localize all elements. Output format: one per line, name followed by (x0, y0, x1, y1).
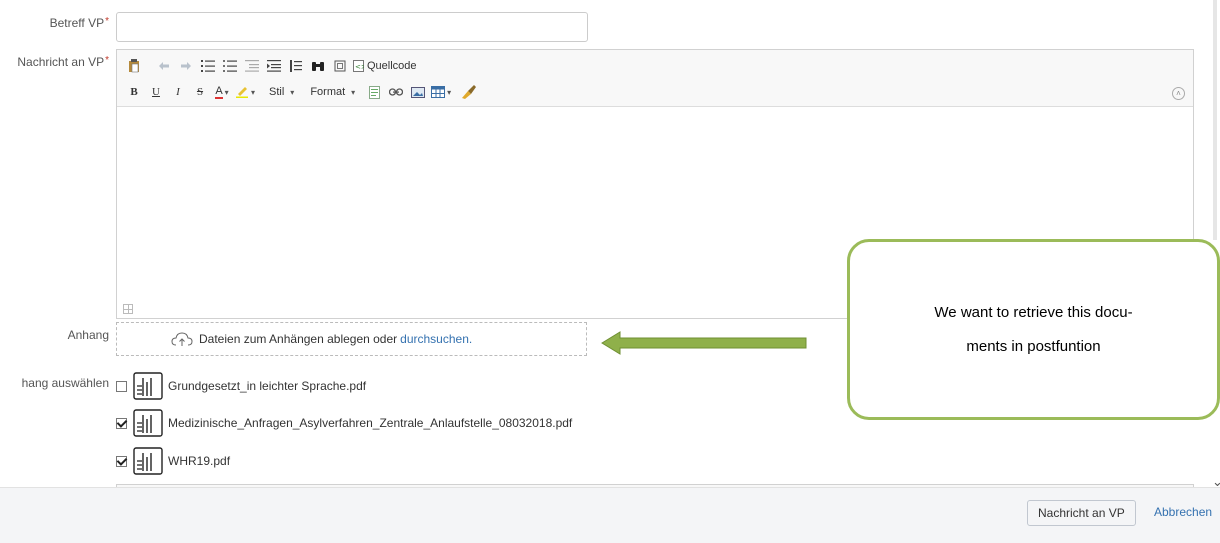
font-color-icon: A (215, 85, 223, 99)
indent-icon[interactable] (265, 57, 283, 75)
chevron-down-icon: ▾ (251, 87, 256, 97)
italic-button[interactable]: I (169, 83, 187, 101)
file-row: WHR19.pdf (116, 447, 230, 475)
select-attachment-label: hang auswählen (21, 376, 109, 390)
outdent-icon[interactable] (243, 57, 261, 75)
maximize-icon[interactable] (331, 57, 349, 75)
highlight-button[interactable]: ▾ (235, 83, 255, 101)
toolbar-row-2: B U I S A ▾ ▾ Stil ▾ Format ▾ ▾ (125, 83, 481, 101)
format-label: Format (310, 86, 346, 98)
message-label-text: Nachricht an VP (17, 55, 105, 69)
scrollbar[interactable] (1213, 0, 1217, 240)
annotation-callout: We want to retrieve this docu- ments in … (847, 239, 1220, 420)
browse-link[interactable]: durchsuchen. (400, 332, 472, 346)
font-color-button[interactable]: A ▾ (213, 83, 231, 101)
link-icon[interactable] (387, 83, 405, 101)
template-icon[interactable] (365, 83, 383, 101)
cloud-upload-icon (171, 332, 193, 346)
document-icon (133, 372, 163, 400)
chevron-down-icon: ▾ (290, 87, 295, 97)
document-icon (133, 447, 163, 475)
attachment-dropzone[interactable]: Dateien zum Anhängen ablegen oder durchs… (116, 322, 587, 356)
image-icon[interactable] (409, 83, 427, 101)
file-checkbox[interactable] (116, 380, 127, 392)
submit-button[interactable]: Nachricht an VP (1027, 500, 1136, 526)
subject-label: Betreff VP* (0, 16, 109, 30)
dropzone-text: Dateien zum Anhängen ablegen oder (199, 332, 398, 346)
table-icon[interactable]: ▾ (431, 83, 451, 101)
toolbar-row-1: <> Quellcode (125, 57, 425, 75)
resize-handle-icon[interactable] (123, 304, 133, 314)
file-row: Grundgesetzt_in leichter Sprache.pdf (116, 372, 366, 400)
file-name: WHR19.pdf (168, 454, 231, 468)
format-dropdown[interactable]: Format ▾ (306, 83, 355, 101)
file-name: Medizinische_Anfragen_Asylverfahren_Zent… (168, 416, 573, 430)
cancel-link[interactable]: Abbrechen (1154, 505, 1212, 519)
redo-icon[interactable] (177, 57, 195, 75)
required-mark: * (105, 16, 109, 27)
dialog-footer: Nachricht an VP Abbrechen (0, 487, 1220, 543)
file-name: Grundgesetzt_in leichter Sprache.pdf (168, 379, 367, 393)
file-row: Medizinische_Anfragen_Asylverfahren_Zent… (116, 409, 572, 437)
chevron-down-icon: ▾ (224, 87, 229, 97)
message-label: Nachricht an VP* (0, 55, 109, 69)
subject-label-text: Betreff VP (49, 16, 105, 30)
find-icon[interactable] (309, 57, 327, 75)
file-checkbox[interactable] (116, 455, 127, 467)
strikethrough-button[interactable]: S (191, 83, 209, 101)
bullet-list-icon[interactable] (221, 57, 239, 75)
clear-format-icon[interactable] (459, 83, 477, 101)
callout-text-line-2: ments in postfuntion (966, 337, 1101, 355)
bold-button[interactable]: B (125, 83, 143, 101)
svg-text:<>: <> (355, 63, 364, 71)
undo-icon[interactable] (155, 57, 173, 75)
editor-toolbar: <> Quellcode B U I S A ▾ ▾ Stil ▾ Format ▾ (117, 50, 1193, 106)
subject-input[interactable] (116, 12, 588, 42)
style-dropdown[interactable]: Stil ▾ (265, 83, 294, 101)
annotation-arrow-icon (601, 331, 807, 355)
dropzone-content: Dateien zum Anhängen ablegen oder durchs… (171, 331, 472, 347)
highlighter-icon (236, 87, 248, 98)
underline-button[interactable]: U (147, 83, 165, 101)
chevron-down-icon: ▾ (447, 87, 452, 97)
document-icon (133, 409, 163, 437)
style-label: Stil (269, 86, 285, 98)
numbered-list-icon[interactable] (199, 57, 217, 75)
source-button[interactable]: <> Quellcode (353, 57, 421, 75)
chevron-down-icon: ▾ (351, 87, 356, 97)
paste-icon[interactable] (125, 57, 143, 75)
collapse-toolbar-icon[interactable]: ˄ (1172, 87, 1185, 100)
attachment-label: Anhang (67, 328, 109, 342)
source-label: Quellcode (367, 60, 417, 72)
required-mark: * (105, 55, 109, 66)
blockquote-icon[interactable] (287, 57, 305, 75)
callout-text-line-1: We want to retrieve this docu- (934, 303, 1133, 321)
chevron-down-icon[interactable]: ⌄ (1212, 474, 1220, 490)
file-checkbox[interactable] (116, 417, 127, 429)
